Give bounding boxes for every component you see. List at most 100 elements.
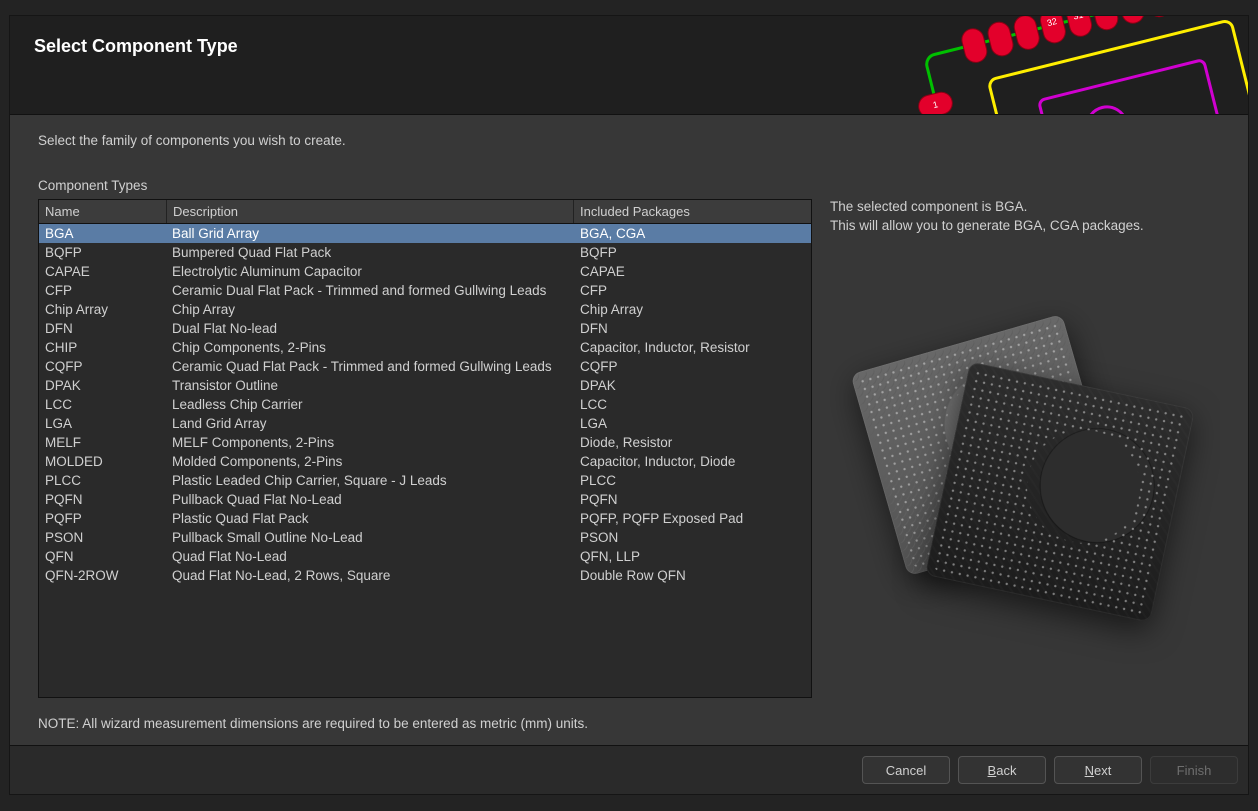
cell-name: BGA [39, 224, 166, 243]
next-button[interactable]: Next [1054, 756, 1142, 784]
cell-packages: Capacitor, Inductor, Resistor [574, 338, 811, 357]
info-line-2: This will allow you to generate BGA, CGA… [830, 218, 1220, 233]
back-button[interactable]: Back [958, 756, 1046, 784]
cell-description: Dual Flat No-lead [166, 319, 574, 338]
next-button-mnemonic: N [1085, 763, 1094, 778]
component-types-table: Name Description Included Packages BGABa… [38, 199, 812, 698]
cell-name: CFP [39, 281, 166, 300]
cell-name: QFN [39, 547, 166, 566]
cell-packages: Double Row QFN [574, 566, 811, 585]
cell-name: PQFN [39, 490, 166, 509]
info-image-wrap [830, 237, 1220, 698]
cell-packages: Capacitor, Inductor, Diode [574, 452, 811, 471]
cell-packages: BQFP [574, 243, 811, 262]
cell-packages: PLCC [574, 471, 811, 490]
cell-name: DPAK [39, 376, 166, 395]
cell-description: Plastic Leaded Chip Carrier, Square - J … [166, 471, 574, 490]
cell-packages: CAPAE [574, 262, 811, 281]
cancel-button[interactable]: Cancel [862, 756, 950, 784]
table-row[interactable]: CQFPCeramic Quad Flat Pack - Trimmed and… [39, 357, 811, 376]
cell-name: QFN-2ROW [39, 566, 166, 585]
table-row[interactable]: CAPAEElectrolytic Aluminum CapacitorCAPA… [39, 262, 811, 281]
table-row[interactable]: PQFPPlastic Quad Flat PackPQFP, PQFP Exp… [39, 509, 811, 528]
cell-name: MELF [39, 433, 166, 452]
table-row[interactable]: LGALand Grid ArrayLGA [39, 414, 811, 433]
cell-name: PLCC [39, 471, 166, 490]
info-text: The selected component is BGA. This will… [830, 199, 1220, 237]
back-button-rest: ack [996, 763, 1016, 778]
table-row[interactable]: MOLDEDMolded Components, 2-PinsCapacitor… [39, 452, 811, 471]
cell-description: Electrolytic Aluminum Capacitor [166, 262, 574, 281]
table-header-name[interactable]: Name [39, 200, 167, 223]
table-header-packages[interactable]: Included Packages [574, 200, 811, 223]
next-button-rest: ext [1094, 763, 1111, 778]
dialog-body: Select the family of components you wish… [10, 115, 1248, 745]
table-row[interactable]: Chip ArrayChip ArrayChip Array [39, 300, 811, 319]
table-header-row: Name Description Included Packages [39, 200, 811, 224]
cell-description: Quad Flat No-Lead, 2 Rows, Square [166, 566, 574, 585]
info-line-1: The selected component is BGA. [830, 199, 1220, 214]
dialog-header: Select Component Type [10, 16, 1248, 115]
table-row[interactable]: BGABall Grid ArrayBGA, CGA [39, 224, 811, 243]
svg-text:1: 1 [932, 99, 939, 110]
table-row[interactable]: MELFMELF Components, 2-PinsDiode, Resist… [39, 433, 811, 452]
cell-packages: LGA [574, 414, 811, 433]
table-row[interactable]: QFNQuad Flat No-LeadQFN, LLP [39, 547, 811, 566]
back-button-mnemonic: B [988, 763, 997, 778]
cell-description: Ceramic Quad Flat Pack - Trimmed and for… [166, 357, 574, 376]
note-text: NOTE: All wizard measurement dimensions … [38, 716, 1220, 731]
table-row[interactable]: LCCLeadless Chip CarrierLCC [39, 395, 811, 414]
cell-packages: CFP [574, 281, 811, 300]
cell-description: Chip Components, 2-Pins [166, 338, 574, 357]
cell-description: Ceramic Dual Flat Pack - Trimmed and for… [166, 281, 574, 300]
cell-name: BQFP [39, 243, 166, 262]
table-header-description[interactable]: Description [167, 200, 574, 223]
cell-description: MELF Components, 2-Pins [166, 433, 574, 452]
cell-name: LGA [39, 414, 166, 433]
cell-packages: DPAK [574, 376, 811, 395]
cell-name: MOLDED [39, 452, 166, 471]
table-row[interactable]: BQFPBumpered Quad Flat PackBQFP [39, 243, 811, 262]
cell-description: Leadless Chip Carrier [166, 395, 574, 414]
dialog-footer: Cancel Back Next Finish [10, 745, 1248, 794]
component-type-wizard-dialog: Select Component Type [9, 15, 1249, 795]
table-row[interactable]: DPAKTransistor OutlineDPAK [39, 376, 811, 395]
content-row: Name Description Included Packages BGABa… [38, 199, 1220, 698]
table-row[interactable]: DFNDual Flat No-leadDFN [39, 319, 811, 338]
cell-packages: BGA, CGA [574, 224, 811, 243]
table-row[interactable]: PQFNPullback Quad Flat No-LeadPQFN [39, 490, 811, 509]
cell-name: LCC [39, 395, 166, 414]
cell-name: CAPAE [39, 262, 166, 281]
table-row[interactable]: PSONPullback Small Outline No-LeadPSON [39, 528, 811, 547]
table-row[interactable]: PLCCPlastic Leaded Chip Carrier, Square … [39, 471, 811, 490]
cell-description: Bumpered Quad Flat Pack [166, 243, 574, 262]
cell-name: PSON [39, 528, 166, 547]
table-row[interactable]: CHIPChip Components, 2-PinsCapacitor, In… [39, 338, 811, 357]
dialog-title: Select Component Type [10, 16, 1248, 77]
cell-packages: Chip Array [574, 300, 811, 319]
bga-chip-illustration [865, 328, 1185, 608]
cell-packages: PQFP, PQFP Exposed Pad [574, 509, 811, 528]
cell-description: Transistor Outline [166, 376, 574, 395]
cell-description: Chip Array [166, 300, 574, 319]
cell-packages: LCC [574, 395, 811, 414]
cell-name: Chip Array [39, 300, 166, 319]
intro-text: Select the family of components you wish… [38, 133, 1220, 148]
cell-description: Land Grid Array [166, 414, 574, 433]
cell-packages: QFN, LLP [574, 547, 811, 566]
table-section-label: Component Types [38, 178, 1220, 193]
cell-description: Pullback Quad Flat No-Lead [166, 490, 574, 509]
cell-description: Pullback Small Outline No-Lead [166, 528, 574, 547]
table-row[interactable]: QFN-2ROWQuad Flat No-Lead, 2 Rows, Squar… [39, 566, 811, 585]
cell-description: Quad Flat No-Lead [166, 547, 574, 566]
cell-packages: PSON [574, 528, 811, 547]
finish-button[interactable]: Finish [1150, 756, 1238, 784]
cell-description: Molded Components, 2-Pins [166, 452, 574, 471]
cell-name: CQFP [39, 357, 166, 376]
table-row[interactable]: CFPCeramic Dual Flat Pack - Trimmed and … [39, 281, 811, 300]
table-body-scroll[interactable]: BGABall Grid ArrayBGA, CGABQFPBumpered Q… [39, 224, 811, 697]
cell-packages: CQFP [574, 357, 811, 376]
cell-name: PQFP [39, 509, 166, 528]
cell-name: DFN [39, 319, 166, 338]
cell-packages: Diode, Resistor [574, 433, 811, 452]
